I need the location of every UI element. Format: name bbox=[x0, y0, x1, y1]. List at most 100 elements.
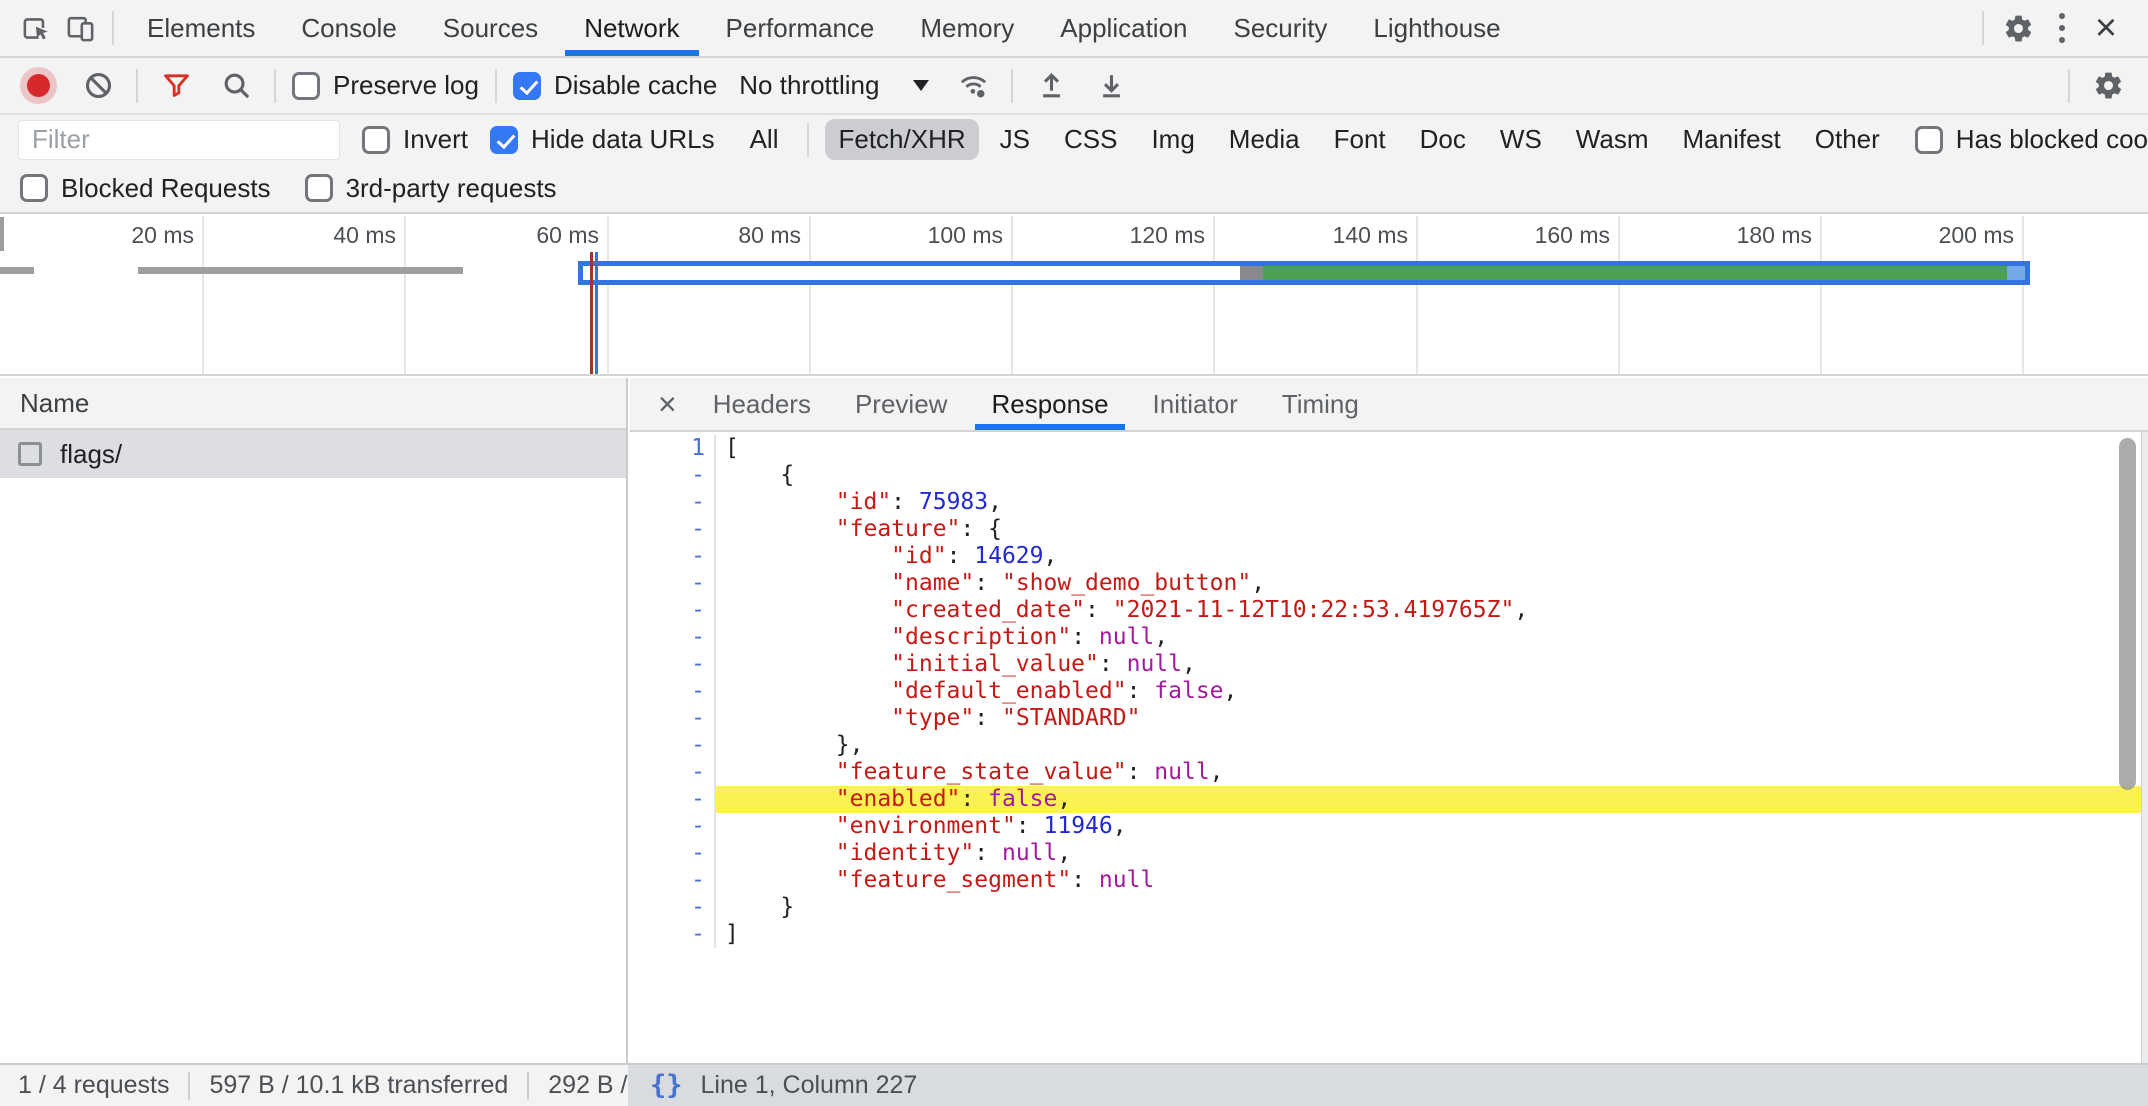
main-tab-bar: ElementsConsoleSourcesNetworkPerformance… bbox=[0, 0, 2148, 58]
fold-marker[interactable]: - bbox=[630, 759, 716, 786]
token-pun: : bbox=[891, 489, 919, 515]
fold-marker[interactable]: - bbox=[630, 678, 716, 705]
line-number[interactable]: 1 bbox=[630, 435, 716, 462]
fold-marker[interactable]: - bbox=[630, 732, 716, 759]
network-settings-gear-icon[interactable] bbox=[2086, 64, 2130, 108]
requests-panel: Name flags/ bbox=[0, 378, 628, 1063]
inspect-element-icon[interactable] bbox=[14, 6, 58, 50]
tab-elements[interactable]: Elements bbox=[124, 0, 278, 56]
overview-gridline bbox=[809, 216, 811, 374]
network-overview[interactable]: 20 ms40 ms60 ms80 ms100 ms120 ms140 ms16… bbox=[0, 216, 2148, 376]
code-text: "id": 14629, bbox=[716, 543, 2148, 570]
has-blocked-cookies-checkbox[interactable]: Has blocked cookies bbox=[1915, 124, 2148, 155]
filter-input[interactable] bbox=[18, 120, 340, 160]
hide-data-urls-checkbox[interactable]: Hide data URLs bbox=[490, 124, 715, 155]
scrollbar[interactable] bbox=[2119, 438, 2136, 790]
fold-marker[interactable]: - bbox=[630, 543, 716, 570]
code-line-6: - "name": "show_demo_button", bbox=[630, 570, 2148, 597]
name-header-label: Name bbox=[20, 388, 89, 419]
fold-marker[interactable]: - bbox=[630, 786, 716, 813]
detail-tab-timing[interactable]: Timing bbox=[1260, 378, 1381, 430]
tab-performance[interactable]: Performance bbox=[703, 0, 898, 56]
type-filter-ws[interactable]: WS bbox=[1487, 119, 1555, 160]
fold-marker[interactable]: - bbox=[630, 624, 716, 651]
type-filter-other[interactable]: Other bbox=[1802, 119, 1893, 160]
tab-application[interactable]: Application bbox=[1037, 0, 1210, 56]
tab-network[interactable]: Network bbox=[561, 0, 702, 56]
fold-marker[interactable]: - bbox=[630, 651, 716, 678]
clear-network-log-icon[interactable] bbox=[76, 64, 120, 108]
import-har-icon[interactable] bbox=[1029, 64, 1073, 108]
code-text: } bbox=[716, 894, 2148, 921]
overview-gridline bbox=[1011, 216, 1013, 374]
detail-tab-preview[interactable]: Preview bbox=[833, 378, 969, 430]
fold-marker[interactable]: - bbox=[630, 489, 716, 516]
throttling-value: No throttling bbox=[739, 70, 879, 101]
type-filter-media[interactable]: Media bbox=[1216, 119, 1313, 160]
type-filter-fetch-xhr[interactable]: Fetch/XHR bbox=[825, 119, 978, 160]
detail-tab-headers[interactable]: Headers bbox=[691, 378, 833, 430]
fold-marker[interactable]: - bbox=[630, 894, 716, 921]
token-key: "environment" bbox=[836, 813, 1016, 839]
token-key: "type" bbox=[891, 705, 974, 731]
fold-marker[interactable]: - bbox=[630, 462, 716, 489]
network-conditions-icon[interactable] bbox=[951, 64, 995, 108]
tab-security[interactable]: Security bbox=[1211, 0, 1351, 56]
fold-marker[interactable]: - bbox=[630, 705, 716, 732]
filter-funnel-icon[interactable] bbox=[154, 64, 198, 108]
fold-marker[interactable]: - bbox=[630, 597, 716, 624]
checkbox-box bbox=[20, 174, 48, 202]
code-line-17: - "feature_segment": null bbox=[630, 867, 2148, 894]
record-network-log-button[interactable] bbox=[16, 64, 60, 108]
type-filter-css[interactable]: CSS bbox=[1051, 119, 1130, 160]
request-row-flags[interactable]: flags/ bbox=[0, 430, 626, 478]
blocked-requests-checkbox[interactable]: Blocked Requests bbox=[20, 173, 271, 204]
tab-sources[interactable]: Sources bbox=[420, 0, 561, 56]
search-icon[interactable] bbox=[214, 64, 258, 108]
device-toolbar-icon[interactable] bbox=[58, 6, 102, 50]
type-filter-js[interactable]: JS bbox=[987, 119, 1043, 160]
fold-marker[interactable]: - bbox=[630, 813, 716, 840]
code-text: "feature_segment": null bbox=[716, 867, 2148, 894]
type-filter-img[interactable]: Img bbox=[1138, 119, 1207, 160]
preserve-log-checkbox[interactable]: Preserve log bbox=[292, 70, 479, 101]
export-har-icon[interactable] bbox=[1089, 64, 1133, 108]
fold-marker[interactable]: - bbox=[630, 867, 716, 894]
close-devtools-icon[interactable]: × bbox=[2084, 6, 2128, 50]
overview-gridline bbox=[404, 216, 406, 374]
overview-request-bar bbox=[138, 267, 463, 274]
detail-tab-initiator[interactable]: Initiator bbox=[1131, 378, 1260, 430]
fold-marker[interactable]: - bbox=[630, 921, 716, 948]
third-party-requests-checkbox[interactable]: 3rd-party requests bbox=[305, 173, 557, 204]
fold-marker[interactable]: - bbox=[630, 840, 716, 867]
close-detail-icon[interactable]: × bbox=[644, 378, 691, 430]
invert-checkbox[interactable]: Invert bbox=[362, 124, 468, 155]
throttling-select[interactable]: No throttling bbox=[733, 70, 935, 101]
detail-tab-response[interactable]: Response bbox=[969, 378, 1130, 430]
type-filter-font[interactable]: Font bbox=[1321, 119, 1399, 160]
column-header-name[interactable]: Name bbox=[0, 378, 626, 430]
tab-lighthouse[interactable]: Lighthouse bbox=[1350, 0, 1523, 56]
fold-marker[interactable]: - bbox=[630, 570, 716, 597]
type-filter-wasm[interactable]: Wasm bbox=[1563, 119, 1662, 160]
overview-tick-label: 20 ms bbox=[34, 222, 194, 249]
overview-gridline bbox=[1213, 216, 1215, 374]
request-checkbox[interactable] bbox=[18, 442, 42, 466]
request-rows: flags/ bbox=[0, 430, 626, 478]
token-pun bbox=[725, 678, 891, 704]
token-pun: : { bbox=[960, 516, 1002, 542]
type-filter-doc[interactable]: Doc bbox=[1407, 119, 1479, 160]
pretty-print-icon[interactable]: {} bbox=[650, 1070, 683, 1101]
kebab-menu-icon[interactable] bbox=[2040, 6, 2084, 50]
settings-gear-icon[interactable] bbox=[1996, 6, 2040, 50]
token-key: "description" bbox=[891, 624, 1071, 650]
tab-memory[interactable]: Memory bbox=[897, 0, 1037, 56]
type-filter-manifest[interactable]: Manifest bbox=[1670, 119, 1794, 160]
type-filter-all[interactable]: All bbox=[737, 119, 792, 160]
response-content[interactable]: 1[- {- "id": 75983,- "feature": {- "id":… bbox=[630, 432, 2148, 1063]
token-pun bbox=[725, 516, 836, 542]
disable-cache-checkbox[interactable]: Disable cache bbox=[513, 70, 717, 101]
code-line-13: - "feature_state_value": null, bbox=[630, 759, 2148, 786]
tab-console[interactable]: Console bbox=[278, 0, 419, 56]
fold-marker[interactable]: - bbox=[630, 516, 716, 543]
